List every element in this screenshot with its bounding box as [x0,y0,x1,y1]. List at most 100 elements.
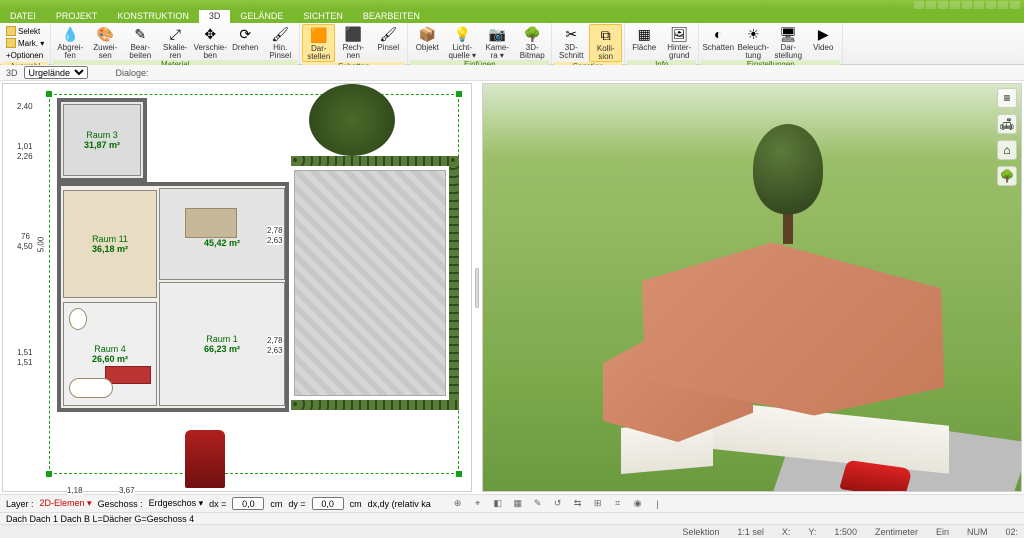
lbl: Beleuch- tung [737,44,769,60]
group-auswahl: Selekt Mark. ▾ +Optionen Auswahl [0,23,51,64]
close-button[interactable] [1010,1,1020,9]
drehen-button[interactable]: ⟳Drehen [228,24,262,60]
tool-icon[interactable]: ⌗ [611,497,625,511]
geschoss-select[interactable]: Erdgeschos ▾ [149,498,204,509]
pane-divider[interactable] [474,81,480,494]
dimension: 2,63 [267,236,283,245]
darstellung-button[interactable]: 🖥Dar- stellung [771,24,805,60]
rechnen-button[interactable]: ⬛Rech- nen [336,24,370,62]
tool-icon[interactable]: | [651,497,665,511]
camera-icon: 📷 [488,25,506,43]
lichtquelle-button[interactable]: 💡Licht- quelle ▾ [445,24,479,60]
3dbitmap-button[interactable]: 🌳3D- Bitmap [515,24,549,60]
lbl: Schatten [702,44,734,52]
tool-icon[interactable]: ◉ [631,497,645,511]
tab-3d[interactable]: 3D [199,10,231,23]
ribbon: Selekt Mark. ▾ +Optionen Auswahl 💧Abgrei… [0,23,1024,65]
unit-label: cm [270,499,282,509]
sys-button[interactable] [926,1,936,9]
house-icon[interactable]: ⌂ [997,140,1017,160]
mark-button[interactable]: Mark. ▾ [4,37,46,49]
tool-icon[interactable]: ⇆ [571,497,585,511]
room-area: 26,60 m² [92,354,128,364]
dy-input[interactable] [312,497,344,510]
tab-konstruktion[interactable]: KONSTRUKTION [107,10,199,23]
flaeche-button[interactable]: ▦Fläche [627,24,661,60]
selection-handle[interactable] [46,91,52,97]
mark-label: Mark. ▾ [18,39,44,48]
group-schatten: 🟧Dar- stellen ⬛Rech- nen 🖌Pinsel Schatte… [300,23,408,64]
terrace [294,170,446,396]
move-icon: ✥ [201,25,219,43]
status-bar: Selektion 1:1 sel X: Y: 1:500 Zentimeter… [0,524,1024,538]
lbl: Zuwei- sen [93,44,117,60]
tab-bearbeiten[interactable]: BEARBEITEN [353,10,430,23]
tab-projekt[interactable]: PROJEKT [46,10,108,23]
3dschnitt-button[interactable]: ✂3D- Schnitt [554,24,588,62]
shadow-icon: ◐ [709,25,727,43]
sofa-icon[interactable]: 🛋 [997,114,1017,134]
tool-icon[interactable]: ▦ [511,497,525,511]
bottom-toolbar: Layer : 2D-Elemen ▾ Geschoss : Erdgescho… [0,494,1024,512]
minimize-button[interactable] [986,1,996,9]
sys-button[interactable] [938,1,948,9]
bearbeiten-button[interactable]: ✎Bear- beiten [123,24,157,60]
tool-icon[interactable]: ⌖ [471,497,485,511]
sys-button[interactable] [914,1,924,9]
tree-3d [753,124,823,244]
tab-gelaende[interactable]: GELÄNDE [230,10,293,23]
toilet [69,308,87,330]
tool-icon[interactable]: ⊞ [591,497,605,511]
tool-icon[interactable]: ◧ [491,497,505,511]
dx-input[interactable] [232,497,264,510]
room-3[interactable]: Raum 3 31,87 m² [63,104,141,176]
tool-icon[interactable]: ↺ [551,497,565,511]
group-sonstige: ✂3D- Schnitt ⧉Kolli- sion Sonstige [552,23,625,64]
beleuchtung-button[interactable]: ☀Beleuch- tung [736,24,770,60]
darstellen-button[interactable]: 🟧Dar- stellen [302,24,335,62]
hinpinsel-button[interactable]: 🖌Hin. Pinsel [263,24,297,60]
coord-mode[interactable]: dx,dy (relativ ka [368,499,431,509]
layer-label: Layer : [6,499,34,509]
tool-icon[interactable]: ✎ [531,497,545,511]
verschieben-button[interactable]: ✥Verschie- ben [193,24,227,60]
tree-icon[interactable]: 🌳 [997,166,1017,186]
viewport-3d[interactable]: ≡ 🛋 ⌂ 🌳 [482,83,1022,492]
skalieren-button[interactable]: ⤢Skalie- ren [158,24,192,60]
maximize-button[interactable] [998,1,1008,9]
layer-select[interactable]: 2D-Elemen ▾ [40,498,92,509]
sys-button[interactable] [962,1,972,9]
selection-handle[interactable] [456,91,462,97]
hedge [449,156,459,406]
pinsel-button[interactable]: 🖌Pinsel [371,24,405,62]
lbl: 3D- Schnitt [559,44,583,60]
selection-handle[interactable] [456,471,462,477]
mode-label: 3D [6,68,18,78]
geschoss-label: Geschoss : [98,499,143,509]
hintergrund-button[interactable]: 🖼Hinter- grund [662,24,696,60]
sys-button[interactable] [974,1,984,9]
zuweisen-button[interactable]: 🎨Zuwei- sen [88,24,122,60]
dimension: 2,26 [17,152,33,161]
dy-label: dy = [288,499,305,509]
kollision-button[interactable]: ⧉Kolli- sion [589,24,622,62]
schatten-einst-button[interactable]: ◐Schatten [701,24,735,60]
lbl: 3D- Bitmap [520,44,545,60]
viewport-2d[interactable]: Raum 3 31,87 m² Raum 11 36,18 m² 88° 2,0… [2,83,472,492]
optionen-button[interactable]: +Optionen [4,49,46,61]
room-11[interactable]: Raum 11 36,18 m² [63,190,157,298]
group-einstellungen: ◐Schatten ☀Beleuch- tung 🖥Dar- stellung … [699,23,843,64]
select-button[interactable]: Selekt [4,25,46,37]
sys-button[interactable] [950,1,960,9]
selection-handle[interactable] [46,471,52,477]
tool-icon[interactable]: ⊕ [451,497,465,511]
kamera-button[interactable]: 📷Kame- ra ▾ [480,24,514,60]
video-button[interactable]: ▶Video [806,24,840,60]
tab-sichten[interactable]: SICHTEN [293,10,353,23]
objekt-button[interactable]: 📦Objekt [410,24,444,60]
layers-icon[interactable]: ≡ [997,88,1017,108]
hedge [291,156,459,166]
mode-select[interactable]: Urgelände [24,66,88,79]
tab-datei[interactable]: DATEI [0,10,46,23]
abgreifen-button[interactable]: 💧Abgrei- fen [53,24,87,60]
